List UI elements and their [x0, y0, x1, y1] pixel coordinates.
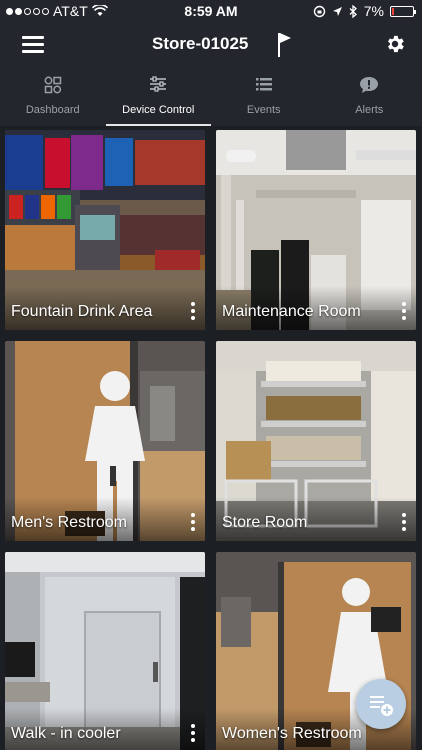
tab-label: Events [246, 104, 281, 116]
dashboard-icon [44, 76, 61, 94]
camera-card-store-room[interactable]: Store Room [216, 341, 416, 541]
store-title: Store-01025 [152, 34, 249, 53]
more-options-icon[interactable] [402, 513, 408, 531]
more-options-icon[interactable] [402, 302, 408, 320]
list-icon [255, 78, 272, 91]
tab-label: Alerts [355, 104, 384, 116]
camera-label: Women's Restroom [222, 725, 362, 742]
camera-card-mens-restroom[interactable]: Men's Restroom [5, 341, 205, 541]
camera-card-fountain-drink-area[interactable]: Fountain Drink Area [5, 130, 205, 330]
bluetooth-icon [349, 4, 357, 18]
camera-label: Maintenance Room [222, 303, 361, 320]
battery-percent: 7% [363, 3, 384, 19]
battery-icon [390, 5, 416, 17]
alert-bubble-icon [360, 77, 379, 93]
tab-device-control[interactable]: Device Control [105, 70, 212, 126]
camera-card-maintenance-room[interactable]: Maintenance Room [216, 130, 416, 330]
more-options-icon[interactable] [191, 724, 197, 742]
tab-alerts[interactable]: Alerts [317, 70, 422, 126]
rotation-lock-icon [313, 5, 325, 17]
tab-dashboard[interactable]: Dashboard [0, 70, 106, 126]
hamburger-menu-icon[interactable] [22, 36, 44, 54]
tab-label: Device Control [122, 104, 195, 116]
app-header: Store-01025 [0, 22, 422, 70]
location-icon [332, 6, 342, 16]
camera-label: Fountain Drink Area [11, 303, 153, 320]
tab-label: Dashboard [25, 104, 80, 116]
more-options-icon[interactable] [191, 302, 197, 320]
sliders-icon [150, 76, 167, 92]
camera-label: Walk - in cooler [11, 725, 121, 742]
camera-label: Store Room [222, 514, 308, 531]
camera-card-walk-in-cooler[interactable]: Walk - in cooler [5, 552, 205, 750]
add-to-list-button[interactable] [356, 679, 406, 729]
more-options-icon[interactable] [191, 513, 197, 531]
status-right: 7% [313, 3, 416, 19]
tab-events[interactable]: Events [211, 70, 317, 126]
tab-bar: Dashboard Device Control Events Alerts [0, 70, 422, 126]
gear-icon[interactable] [384, 33, 406, 55]
flag-icon[interactable] [276, 31, 292, 57]
camera-label: Men's Restroom [11, 514, 127, 531]
list-add-icon [370, 696, 393, 716]
status-bar: AT&T 8:59 AM 7% [0, 0, 422, 22]
